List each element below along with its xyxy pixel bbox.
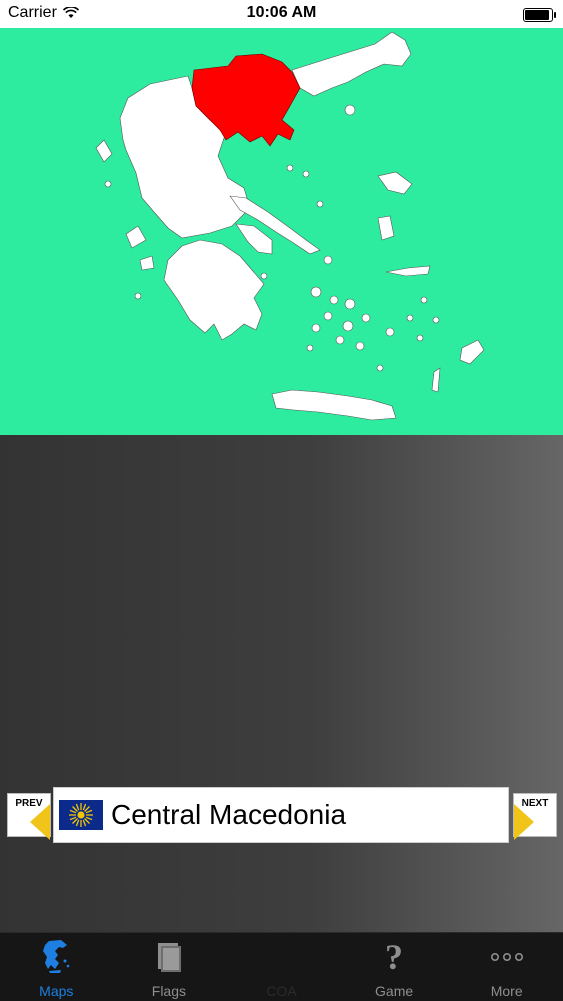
tab-flags[interactable]: Flags xyxy=(113,933,226,1001)
next-button[interactable]: NEXT xyxy=(513,793,557,840)
status-bar: Carrier 10:06 AM xyxy=(0,0,563,28)
tab-maps-label: Maps xyxy=(39,983,74,999)
arrow-left-icon xyxy=(30,804,50,840)
greece-map-icon xyxy=(0,939,113,975)
arrow-right-icon xyxy=(514,804,534,840)
question-mark-icon: ? xyxy=(338,939,451,975)
flag-book-icon xyxy=(113,939,226,975)
prev-button[interactable]: PREV xyxy=(7,793,51,840)
greece-map-image xyxy=(95,31,485,421)
tab-flags-label: Flags xyxy=(151,983,186,999)
vergina-sun-flag-icon xyxy=(59,800,103,830)
more-dots-icon xyxy=(450,939,563,975)
svg-text:?: ? xyxy=(385,939,403,975)
tab-maps[interactable]: Maps xyxy=(0,933,113,1001)
tab-more-label: More xyxy=(490,983,523,999)
tab-coa-label: COA xyxy=(266,983,297,999)
tab-more[interactable]: More xyxy=(450,933,563,1001)
tab-bar: Maps Flags COA ? Game More xyxy=(0,932,563,1001)
tab-game[interactable]: ? Game xyxy=(338,933,451,1001)
region-name-label: Central Macedonia xyxy=(111,799,347,830)
content-panel xyxy=(0,435,563,932)
coat-of-arms-icon xyxy=(225,939,338,975)
status-time: 10:06 AM xyxy=(246,4,317,21)
battery-icon xyxy=(523,8,556,22)
tab-coa[interactable]: COA xyxy=(225,933,338,1001)
region-map[interactable] xyxy=(0,28,563,435)
region-name-box[interactable]: Central Macedonia xyxy=(53,787,509,843)
tab-game-label: Game xyxy=(375,983,414,999)
